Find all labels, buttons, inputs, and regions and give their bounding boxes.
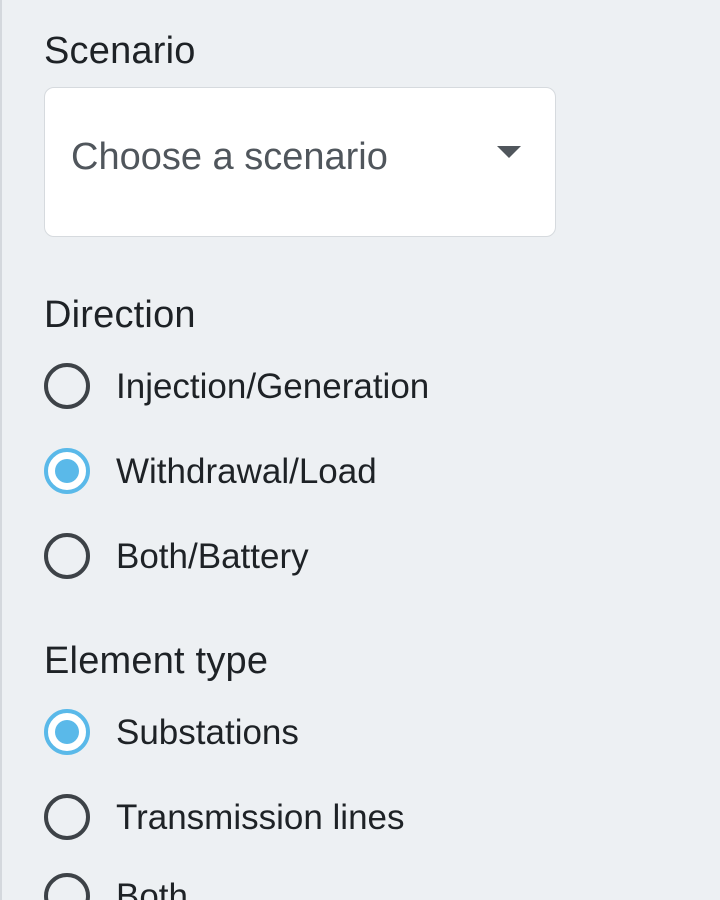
radio-button[interactable] [44,873,90,900]
radio-direction-injection[interactable]: Injection/Generation [44,360,429,412]
radio-button[interactable] [44,448,90,494]
radio-label: Transmission lines [116,797,405,837]
scenario-label: Scenario [44,30,196,72]
sidebar-panel: Scenario Choose a scenario Direction Inj… [0,0,720,900]
radio-element-substations[interactable]: Substations [44,706,299,758]
radio-direction-withdrawal[interactable]: Withdrawal/Load [44,445,377,497]
scenario-select[interactable]: Choose a scenario [44,87,556,237]
radio-label: Both [116,876,188,900]
element-type-label: Element type [44,640,269,682]
radio-label: Both/Battery [116,536,309,576]
radio-button[interactable] [44,363,90,409]
radio-button[interactable] [44,533,90,579]
radio-element-both[interactable]: Both [44,870,188,900]
chevron-down-icon [497,146,521,158]
radio-button[interactable] [44,709,90,755]
radio-label: Injection/Generation [116,366,430,406]
radio-element-transmission-lines[interactable]: Transmission lines [44,791,405,843]
radio-direction-both[interactable]: Both/Battery [44,530,309,582]
direction-label: Direction [44,294,196,336]
radio-label: Withdrawal/Load [116,451,377,491]
scenario-select-placeholder: Choose a scenario [71,136,388,178]
radio-label: Substations [116,712,299,752]
radio-button[interactable] [44,794,90,840]
